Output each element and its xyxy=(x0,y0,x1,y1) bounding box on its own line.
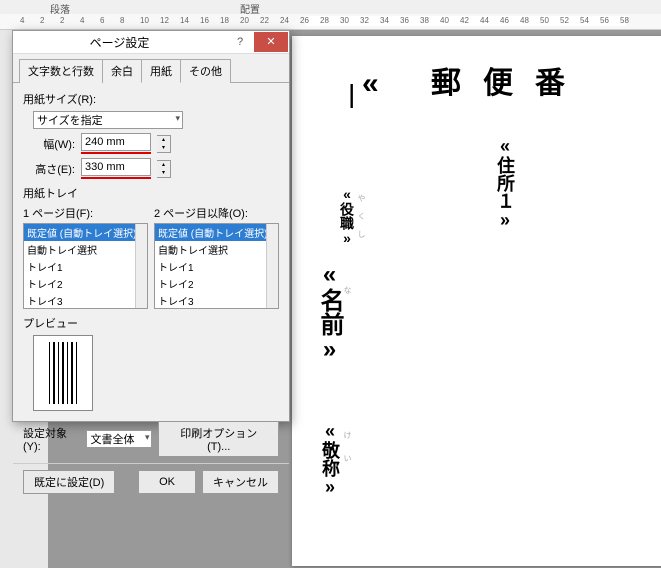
apply-to-select[interactable] xyxy=(86,430,152,448)
ribbon-group-labels: 段落 配置 xyxy=(0,0,661,14)
preview-label: プレビュー xyxy=(23,315,279,331)
tab-paper[interactable]: 用紙 xyxy=(141,59,181,83)
suffix-field: «敬称» xyxy=(317,421,343,497)
scrollbar[interactable] xyxy=(266,224,278,308)
list-item[interactable]: トレイ1 xyxy=(24,258,147,275)
help-button[interactable]: ? xyxy=(226,32,254,52)
tab-chars-lines[interactable]: 文字数と行数 xyxy=(19,59,103,83)
list-item[interactable]: トレイ3 xyxy=(155,292,278,309)
height-label: 高さ(E): xyxy=(33,161,75,177)
preview-thumbnail xyxy=(33,335,93,411)
list-item[interactable]: トレイ3 xyxy=(24,292,147,309)
paper-size-label: 用紙サイズ(R): xyxy=(23,91,279,107)
list-item[interactable]: 既定値 (自動トレイ選択) xyxy=(24,224,147,241)
tray-list-1[interactable]: 既定値 (自動トレイ選択) 自動トレイ選択 トレイ1 トレイ2 トレイ3 手差し… xyxy=(23,223,148,309)
page-setup-dialog: ページ設定 ? ✕ 文字数と行数 余白 用紙 その他 用紙サイズ(R): 幅(W… xyxy=(12,30,290,422)
role-field: «役職» xyxy=(337,186,357,246)
width-input[interactable] xyxy=(81,133,151,151)
scrollbar[interactable] xyxy=(135,224,147,308)
dialog-titlebar[interactable]: ページ設定 ? ✕ xyxy=(13,31,289,54)
dialog-tabs: 文字数と行数 余白 用紙 その他 xyxy=(13,54,289,83)
name-field: «名前» xyxy=(312,261,347,363)
address-field: «住所１» xyxy=(492,136,518,230)
horizontal-ruler: 4224681012141618202224262830323436384042… xyxy=(0,14,661,30)
list-item[interactable]: 既定値 (自動トレイ選択) xyxy=(155,224,278,241)
tab-margins[interactable]: 余白 xyxy=(102,59,142,83)
tray-list-2[interactable]: 既定値 (自動トレイ選択) 自動トレイ選択 トレイ1 トレイ2 トレイ3 手差し… xyxy=(154,223,279,309)
tray-group-label: 用紙トレイ xyxy=(23,185,279,201)
ok-button[interactable]: OK xyxy=(138,470,196,494)
height-input[interactable] xyxy=(81,158,151,176)
page: « 郵便番 ― «住所１» «役職» や く し «名前» な «敬称» け い xyxy=(292,36,661,566)
height-spinner[interactable]: ▴▾ xyxy=(157,160,171,178)
list-item[interactable]: 自動トレイ選択 xyxy=(24,241,147,258)
width-spinner[interactable]: ▴▾ xyxy=(157,135,171,153)
dialog-title: ページ設定 xyxy=(13,34,226,51)
paper-size-select[interactable] xyxy=(33,111,183,129)
apply-to-label: 設定対象(Y): xyxy=(23,425,82,453)
tray-col2-label: 2 ページ目以降(O): xyxy=(154,205,279,221)
list-item[interactable]: トレイ1 xyxy=(155,258,278,275)
close-button[interactable]: ✕ xyxy=(254,32,288,52)
dash-mark: ― xyxy=(338,84,366,108)
cancel-button[interactable]: キャンセル xyxy=(202,470,279,494)
list-item[interactable]: トレイ2 xyxy=(24,275,147,292)
tray-col1-label: 1 ページ目(F): xyxy=(23,205,148,221)
print-options-button[interactable]: 印刷オプション(T)... xyxy=(158,421,279,457)
postal-field: « 郵便番 xyxy=(362,58,587,102)
list-item[interactable]: 自動トレイ選択 xyxy=(155,241,278,258)
list-item[interactable]: トレイ2 xyxy=(155,275,278,292)
width-label: 幅(W): xyxy=(33,136,75,152)
set-default-button[interactable]: 既定に設定(D) xyxy=(23,470,115,494)
tab-other[interactable]: その他 xyxy=(180,59,231,83)
